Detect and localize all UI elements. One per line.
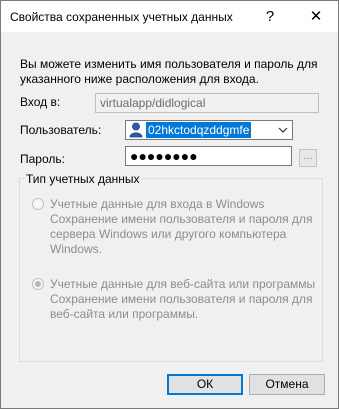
web-credential-radio[interactable] — [32, 278, 44, 290]
credentials-dialog: Свойства сохраненных учетных данных ? ✕ … — [0, 0, 339, 409]
windows-credential-label: Учетные данные для входа в Windows — [50, 197, 265, 211]
windows-credential-description: Сохранение имени пользователя и пароля д… — [50, 212, 313, 256]
password-label: Пароль: — [20, 152, 65, 166]
dialog-title: Свойства сохраненных учетных данных — [10, 10, 233, 24]
dialog-body: Вы можете изменить имя пользователя и па… — [1, 32, 338, 408]
password-field[interactable]: ●●●●●●●● — [125, 146, 292, 166]
windows-credential-radio[interactable] — [32, 198, 44, 210]
login-label: Вход в: — [20, 95, 61, 109]
radio-selected-dot — [35, 281, 41, 287]
user-label: Пользователь: — [20, 123, 102, 137]
login-field: virtualapp/didlogical — [95, 93, 319, 113]
title-bar: Свойства сохраненных учетных данных ? ✕ — [1, 1, 338, 32]
user-input-value[interactable]: 02hkctodqzddgmfe — [146, 122, 252, 138]
ok-button[interactable]: ОК — [167, 374, 243, 395]
browse-button[interactable]: ... — [299, 149, 317, 167]
web-credential-label: Учетные данные для веб-сайта или програм… — [50, 277, 316, 291]
chevron-down-icon[interactable] — [278, 125, 288, 135]
cancel-button[interactable]: Отмена — [249, 374, 325, 395]
user-icon — [129, 122, 143, 138]
credential-type-legend: Тип учетных данных — [24, 172, 142, 186]
close-button[interactable]: ✕ — [294, 1, 338, 32]
web-credential-description: Сохранение имени пользователя и пароля д… — [50, 292, 313, 321]
help-button[interactable]: ? — [254, 1, 286, 32]
user-combobox[interactable]: 02hkctodqzddgmfe — [125, 120, 293, 140]
intro-text: Вы можете изменить имя пользователя и па… — [20, 57, 318, 86]
password-mask: ●●●●●●●● — [130, 148, 198, 164]
